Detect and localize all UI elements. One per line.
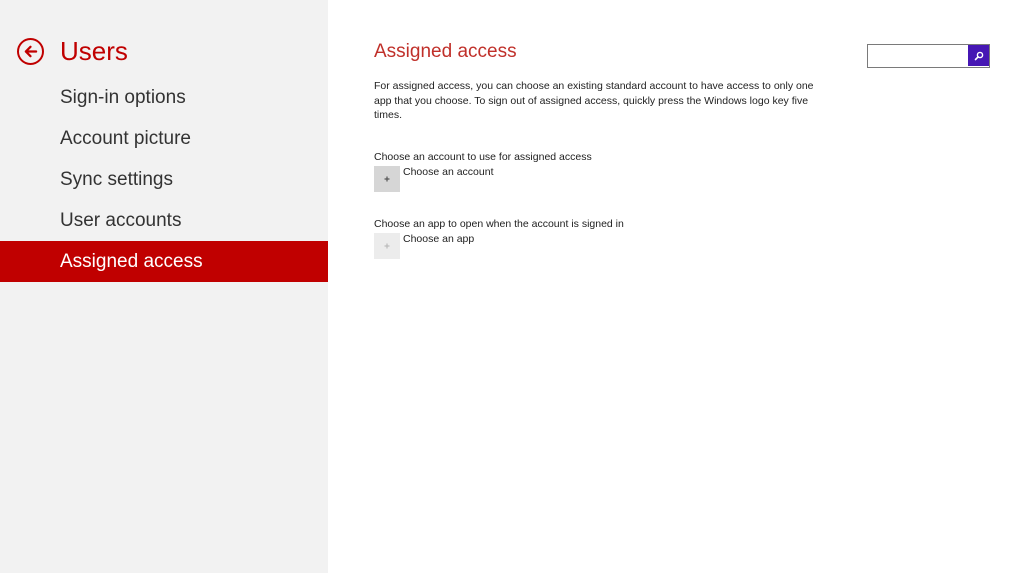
plus-icon (384, 243, 390, 249)
app-section-label: Choose an app to open when the account i… (374, 218, 624, 230)
sidebar-item-label: User accounts (60, 210, 182, 231)
sidebar-item-label: Account picture (60, 128, 191, 149)
choose-account-picker[interactable]: Choose an account (374, 166, 493, 192)
page-description: For assigned access, you can choose an e… (374, 80, 814, 121)
plus-icon (384, 176, 390, 182)
sidebar-item-label: Sync settings (60, 169, 173, 190)
sidebar-header: Users (17, 34, 128, 68)
sidebar-item-label: Sign-in options (60, 87, 186, 108)
sidebar-item-sync-settings[interactable]: Sync settings (0, 159, 328, 200)
choose-app-picker[interactable]: Choose an app (374, 233, 474, 259)
sidebar-nav: Sign-in options Account picture Sync set… (0, 77, 328, 282)
sidebar-item-account-picture[interactable]: Account picture (0, 118, 328, 159)
choose-app-button[interactable] (374, 233, 400, 259)
sidebar-item-assigned-access[interactable]: Assigned access (0, 241, 328, 282)
sidebar-item-user-accounts[interactable]: User accounts (0, 200, 328, 241)
search-button[interactable] (968, 45, 989, 66)
search-input[interactable] (868, 45, 968, 67)
choose-account-button[interactable] (374, 166, 400, 192)
back-arrow-icon (24, 45, 38, 57)
sidebar-item-sign-in-options[interactable]: Sign-in options (0, 77, 328, 118)
settings-window: Users Sign-in options Account picture Sy… (0, 0, 1020, 573)
search-box (867, 44, 990, 68)
choose-app-label: Choose an app (403, 233, 475, 245)
search-icon (974, 51, 983, 60)
back-button[interactable] (17, 37, 44, 65)
choose-account-label: Choose an account (403, 166, 494, 178)
sidebar: Users Sign-in options Account picture Sy… (0, 0, 328, 573)
account-section-label: Choose an account to use for assigned ac… (374, 151, 592, 163)
sidebar-title: Users (60, 35, 128, 66)
sidebar-item-label: Assigned access (60, 251, 203, 272)
page-title: Assigned access (374, 41, 517, 62)
